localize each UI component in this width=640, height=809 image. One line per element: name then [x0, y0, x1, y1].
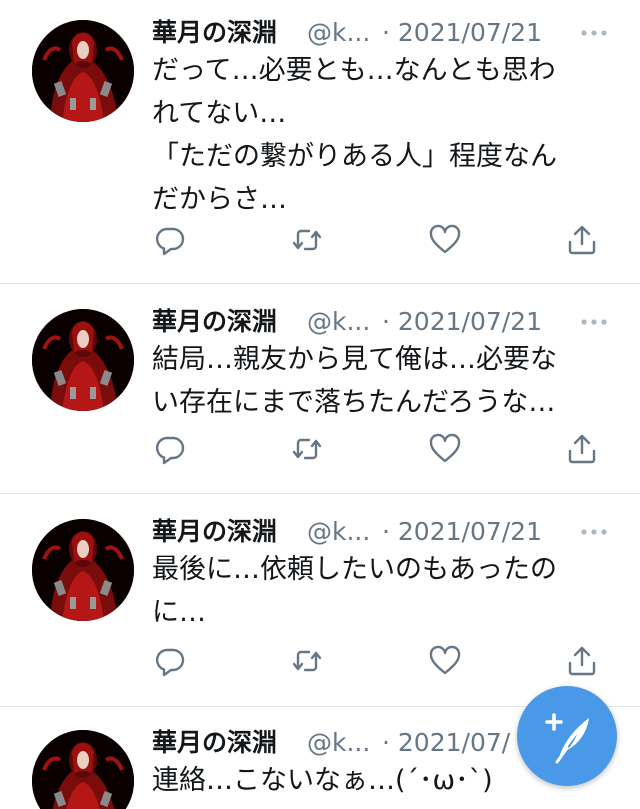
username[interactable]: @k... — [307, 515, 370, 549]
avatar-image — [32, 730, 134, 809]
tweet-text-line: だからさ… — [152, 184, 287, 215]
retweet-icon[interactable] — [289, 222, 325, 258]
tweet-text-line: 最後に…依頼したいのもあったの — [152, 554, 557, 585]
heart-icon[interactable] — [427, 431, 463, 467]
avatar[interactable] — [32, 309, 134, 411]
heart-icon[interactable] — [427, 222, 463, 258]
tweet-text: 最後に…依頼したいのもあったの に… — [152, 549, 612, 635]
reply-icon[interactable] — [152, 431, 188, 467]
tweet-text-line: い存在にまで落ちたんだろうな… — [152, 387, 556, 418]
display-name[interactable]: 華月の深淵 — [152, 515, 277, 549]
avatar[interactable] — [32, 730, 134, 809]
tweet-text-line: 「ただの繋がりある人」程度なん — [152, 141, 557, 172]
compose-tweet-icon — [545, 713, 589, 764]
tweet-text-line: れてない… — [152, 98, 287, 129]
avatar-image — [32, 519, 134, 621]
avatar-image — [32, 20, 134, 122]
share-icon[interactable] — [564, 222, 600, 258]
more-icon[interactable] — [576, 16, 612, 50]
username[interactable]: @k... — [307, 726, 370, 760]
username[interactable]: @k... — [307, 16, 370, 50]
tweet[interactable]: 華月の深淵 @k... · 2021/07/21 結局…親友から見て俺は…必要な… — [0, 285, 640, 494]
tweet-actions — [152, 643, 602, 683]
timestamp[interactable]: · 2021/07/21 — [382, 515, 542, 549]
more-icon[interactable] — [576, 305, 612, 339]
share-icon[interactable] — [564, 431, 600, 467]
reply-icon[interactable] — [152, 222, 188, 258]
tweet-actions — [152, 431, 602, 471]
tweet-actions — [152, 222, 602, 262]
heart-icon[interactable] — [427, 643, 463, 679]
tweet-header: 華月の深淵 @k... · 2021/07/21 — [152, 515, 612, 551]
display-name[interactable]: 華月の深淵 — [152, 726, 277, 760]
timestamp[interactable]: · 2021/07/21 — [382, 16, 542, 50]
more-icon[interactable] — [576, 515, 612, 549]
timestamp[interactable]: · 2021/07/ — [382, 726, 510, 760]
tweet[interactable]: 華月の深淵 @k... · 2021/07/21 だって…必要とも…なんとも思わ… — [0, 0, 640, 284]
tweet-text-line: だって…必要とも…なんとも思わ — [152, 55, 556, 86]
display-name[interactable]: 華月の深淵 — [152, 16, 277, 50]
avatar-image — [32, 309, 134, 411]
tweet-text: だって…必要とも…なんとも思わ れてない… 「ただの繋がりある人」程度なん だか… — [152, 50, 612, 222]
display-name[interactable]: 華月の深淵 — [152, 305, 277, 339]
retweet-icon[interactable] — [289, 643, 325, 679]
tweet-text-line: 結局…親友から見て俺は…必要な — [152, 344, 557, 375]
tweet-header: 華月の深淵 @k... · 2021/07/21 — [152, 16, 612, 52]
reply-icon[interactable] — [152, 643, 188, 679]
username[interactable]: @k... — [307, 305, 370, 339]
avatar[interactable] — [32, 519, 134, 621]
share-icon[interactable] — [564, 643, 600, 679]
retweet-icon[interactable] — [289, 431, 325, 467]
avatar[interactable] — [32, 20, 134, 122]
tweet-text: 結局…親友から見て俺は…必要な い存在にまで落ちたんだろうな… — [152, 339, 612, 425]
tweet-text-line: に… — [152, 597, 206, 628]
tweet-header: 華月の深淵 @k... · 2021/07/21 — [152, 305, 612, 341]
timestamp[interactable]: · 2021/07/21 — [382, 305, 542, 339]
tweet[interactable]: 華月の深淵 @k... · 2021/07/21 最後に…依頼したいのもあったの… — [0, 495, 640, 707]
compose-tweet-button[interactable] — [517, 686, 617, 786]
